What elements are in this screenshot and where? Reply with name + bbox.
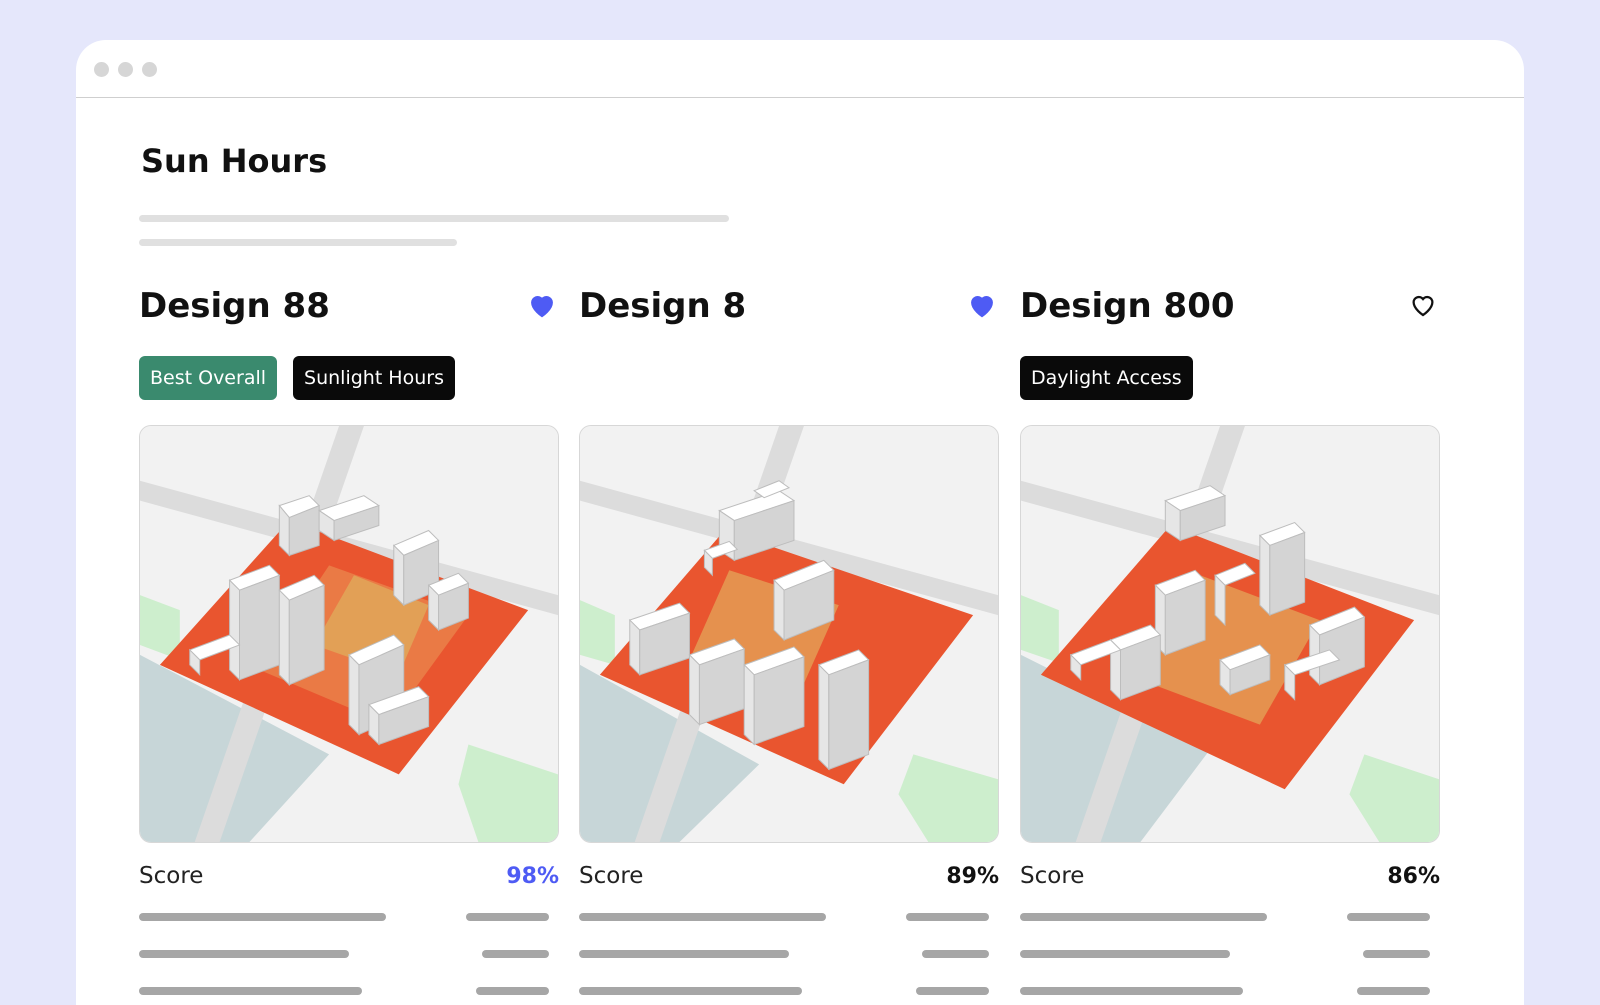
design-preview-image[interactable] <box>1020 425 1440 843</box>
window-controls <box>94 62 157 77</box>
metric-placeholder-bar <box>482 950 549 958</box>
metric-placeholder-bar <box>139 950 349 958</box>
card-header: Design 88 <box>139 286 559 336</box>
maximize-dot[interactable] <box>142 62 157 77</box>
metric-placeholder-bar <box>579 950 789 958</box>
metric-placeholder-bar <box>466 913 549 921</box>
score-row: Score 86% <box>1020 861 1440 891</box>
score-row: Score 98% <box>139 861 559 891</box>
score-label: Score <box>139 863 204 889</box>
score-label: Score <box>579 863 644 889</box>
design-card[interactable]: Design 8 Score 89% <box>579 286 999 1005</box>
metric-placeholder-bar <box>1347 913 1430 921</box>
card-header: Design 800 <box>1020 286 1440 336</box>
metric-placeholder-bar <box>1363 950 1430 958</box>
metrics-placeholder <box>1020 913 1440 1005</box>
metrics-placeholder <box>139 913 559 1005</box>
description-placeholder-line <box>139 215 729 222</box>
tag-list: Best Overall Sunlight Hours <box>139 356 559 400</box>
window-titlebar <box>76 40 1524 98</box>
design-card[interactable]: Design 88 Best Overall Sunlight Hours Sc… <box>139 286 559 1005</box>
metric-placeholder-bar <box>1020 913 1267 921</box>
metric-placeholder-bar <box>579 913 826 921</box>
heart-icon[interactable] <box>967 290 997 320</box>
card-header: Design 8 <box>579 286 999 336</box>
tag-list <box>579 356 999 400</box>
tag-best-overall[interactable]: Best Overall <box>139 356 278 400</box>
design-preview-image[interactable] <box>579 425 999 843</box>
metric-placeholder-bar <box>922 950 989 958</box>
heart-icon[interactable] <box>527 290 557 320</box>
score-row: Score 89% <box>579 861 999 891</box>
metric-placeholder-bar <box>916 987 989 995</box>
metric-placeholder-bar <box>1357 987 1430 995</box>
metric-placeholder-bar <box>1020 950 1230 958</box>
tag-list: Daylight Access <box>1020 356 1440 400</box>
heart-icon[interactable] <box>1408 290 1438 320</box>
design-title: Design 8 <box>579 286 747 326</box>
browser-window: Sun Hours Design 88 Best Overall Sunligh… <box>76 40 1524 1005</box>
metric-placeholder-bar <box>906 913 989 921</box>
design-title: Design 800 <box>1020 286 1235 326</box>
minimize-dot[interactable] <box>118 62 133 77</box>
score-label: Score <box>1020 863 1085 889</box>
page-title: Sun Hours <box>141 142 328 180</box>
metrics-placeholder <box>579 913 999 1005</box>
description-placeholder-line <box>139 239 457 246</box>
design-card[interactable]: Design 800 Daylight Access Score 86% <box>1020 286 1440 1005</box>
tag-sunlight-hours[interactable]: Sunlight Hours <box>293 356 455 400</box>
metric-placeholder-bar <box>139 913 386 921</box>
score-value: 98% <box>506 863 559 889</box>
metric-placeholder-bar <box>1020 987 1243 995</box>
metric-placeholder-bar <box>476 987 549 995</box>
metric-placeholder-bar <box>579 987 802 995</box>
tag-daylight-access[interactable]: Daylight Access <box>1020 356 1193 400</box>
design-title: Design 88 <box>139 286 330 326</box>
score-value: 89% <box>946 863 999 889</box>
metric-placeholder-bar <box>139 987 362 995</box>
close-dot[interactable] <box>94 62 109 77</box>
score-value: 86% <box>1387 863 1440 889</box>
design-preview-image[interactable] <box>139 425 559 843</box>
